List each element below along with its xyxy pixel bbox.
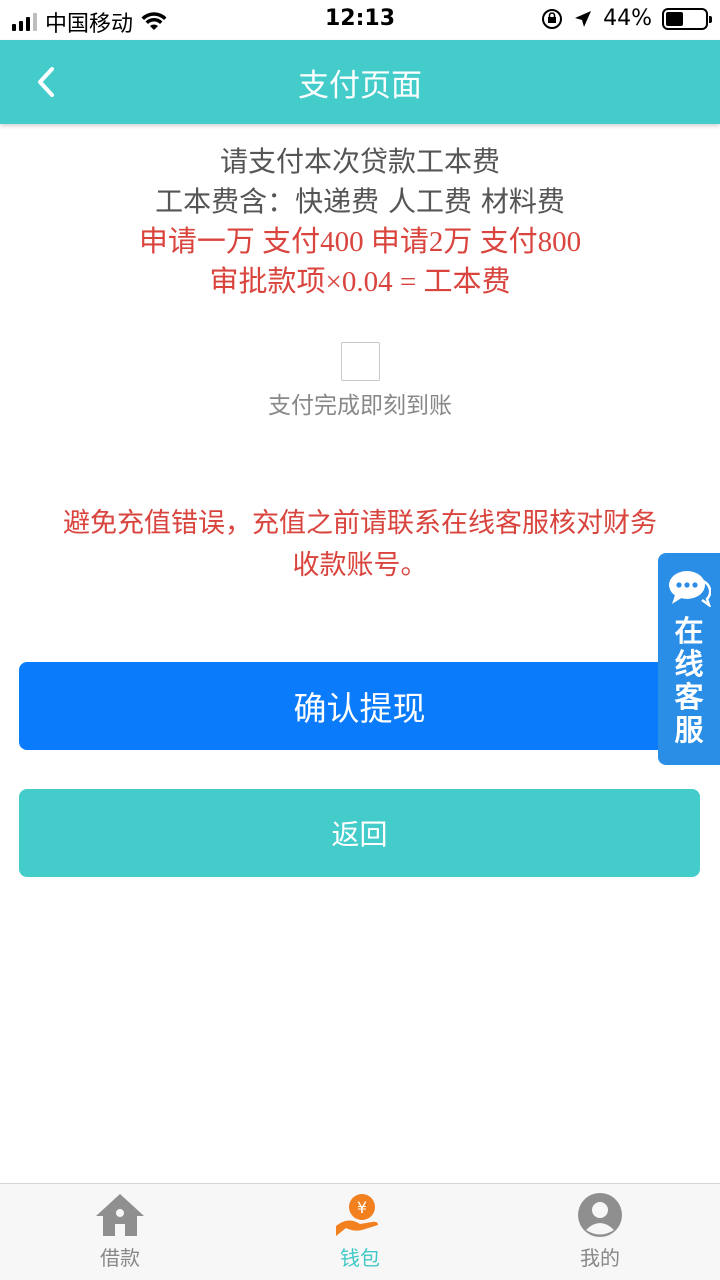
warning-text: 避免充值错误，充值之前请联系在线客服核对财务 收款账号。 [10, 503, 710, 587]
tab-loan[interactable]: 借款 [60, 1192, 180, 1271]
tab-label-mine: 我的 [580, 1246, 620, 1270]
online-service-button[interactable]: 在线客服 [658, 553, 720, 765]
tab-label-loan: 借款 [100, 1246, 140, 1270]
battery-level [666, 11, 683, 26]
status-right: 44% [541, 6, 712, 31]
confirm-withdraw-button[interactable]: 确认提现 [19, 662, 700, 750]
svg-text:¥: ¥ [357, 1198, 367, 1217]
fee-info-line-2: 工本费含：快递费 人工费 材料费 [155, 185, 565, 218]
warning-line-1: 避免充值错误，充值之前请联系在线客服核对财务 [63, 508, 657, 539]
orientation-lock-icon [542, 8, 563, 29]
nav-bar: 支付页面 [0, 40, 720, 124]
user-icon [578, 1193, 622, 1237]
warning-line-2: 收款账号。 [292, 550, 428, 581]
payment-checkbox[interactable] [341, 342, 380, 381]
fee-info-line-3: 申请一万 支付400 申请2万 支付800 [138, 226, 582, 258]
tab-label-wallet: 钱包 [340, 1246, 380, 1270]
battery-icon [662, 7, 712, 30]
tab-mine[interactable]: 我的 [540, 1192, 660, 1271]
wallet-icon: ¥ [336, 1194, 378, 1236]
online-service-label: 在线客服 [674, 614, 704, 747]
location-arrow-icon [575, 10, 592, 27]
tab-bar: 借款 ¥ 钱包 我的 [0, 1183, 720, 1280]
status-bar: 中国移动 12:13 44% [0, 0, 720, 40]
home-icon [96, 1194, 144, 1236]
payment-screen: 中国移动 12:13 44% 支付页面 请支付本次贷款工本费 工本费含：快递费 … [0, 0, 720, 1280]
fee-info: 请支付本次贷款工本费 工本费含：快递费 人工费 材料费 申请一万 支付400 申… [0, 142, 720, 302]
fee-info-line-4: 审批款项×0.04 = 工本费 [209, 266, 511, 298]
return-button[interactable]: 返回 [19, 789, 700, 877]
chat-bubble-icon [669, 571, 711, 607]
tab-wallet[interactable]: ¥ 钱包 [300, 1192, 420, 1271]
page-title: 支付页面 [298, 68, 422, 104]
fee-info-line-1: 请支付本次贷款工本费 [219, 145, 500, 178]
payment-checkbox-label: 支付完成即刻到账 [268, 393, 452, 419]
battery-percent: 44% [603, 6, 652, 31]
